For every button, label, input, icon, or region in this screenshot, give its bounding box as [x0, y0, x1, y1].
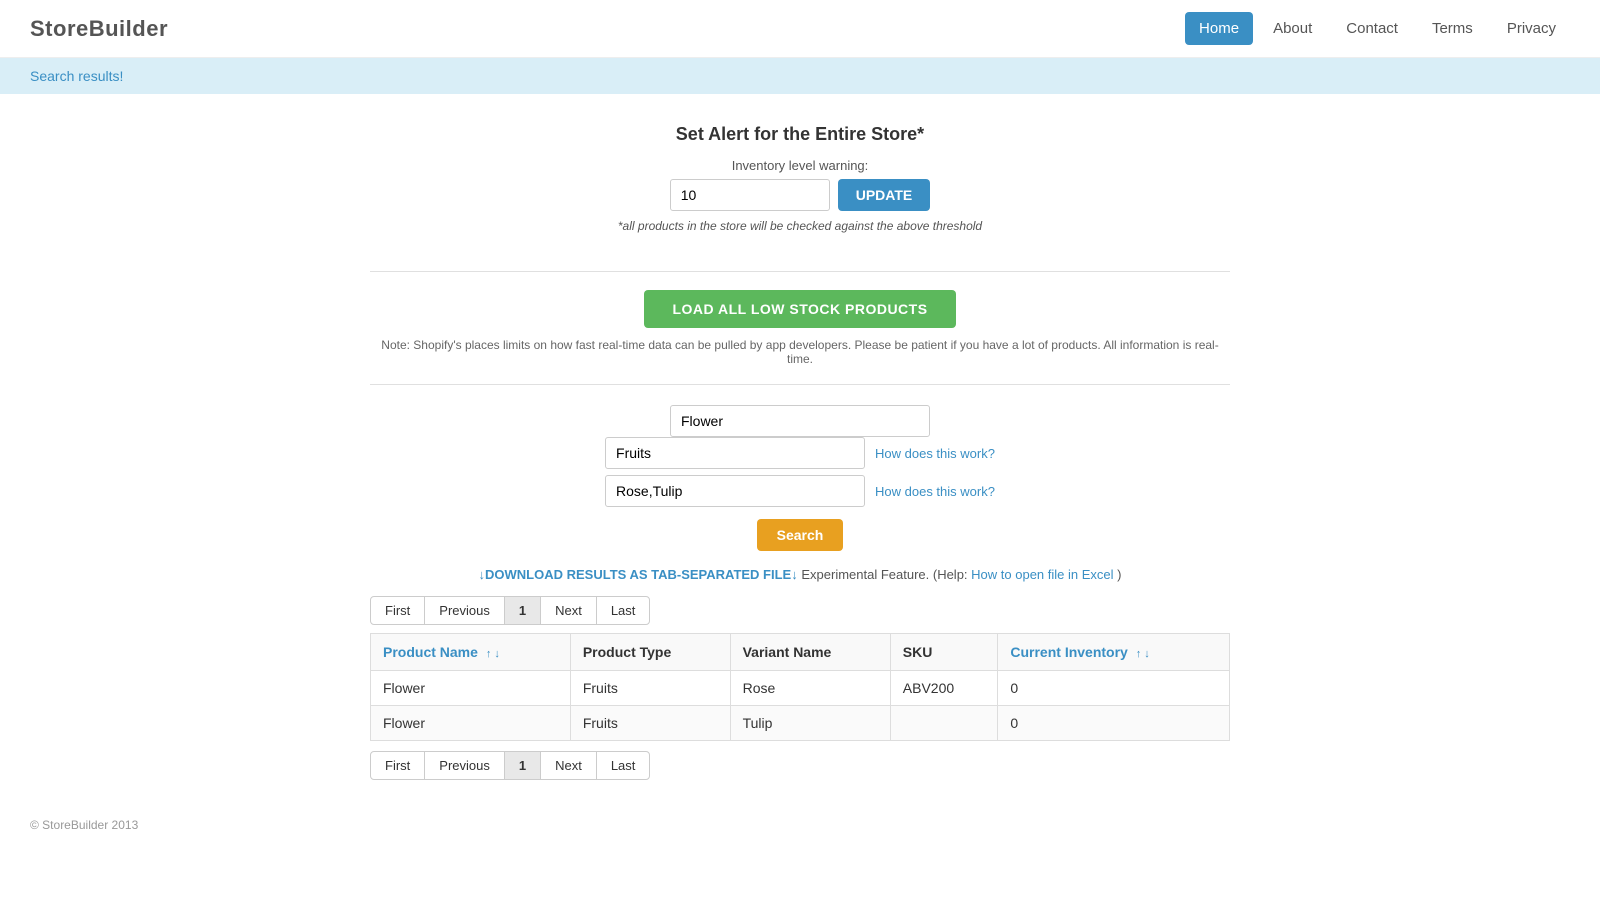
nav-privacy[interactable]: Privacy: [1493, 12, 1570, 45]
cell-inventory: 0: [998, 706, 1230, 741]
table-header-row: Product Name ↑ ↓ Product Type Variant Na…: [371, 634, 1230, 671]
search-product-type-input[interactable]: [605, 437, 865, 469]
results-table: Product Name ↑ ↓ Product Type Variant Na…: [370, 633, 1230, 741]
cell-variant_name: Rose: [730, 671, 890, 706]
table-body: FlowerFruitsRoseABV2000FlowerFruitsTulip…: [371, 671, 1230, 741]
divider-2: [370, 384, 1230, 385]
how-does-this-work-link-2[interactable]: How does this work?: [875, 484, 995, 499]
inventory-warning-input[interactable]: [670, 179, 830, 211]
nav-links: Home About Contact Terms Privacy: [1185, 12, 1570, 45]
search-field-1-wrap: [670, 405, 930, 437]
footer: © StoreBuilder 2013: [0, 808, 1600, 852]
nav-contact[interactable]: Contact: [1332, 12, 1412, 45]
alert-note: *all products in the store will be check…: [370, 219, 1230, 233]
search-button[interactable]: Search: [757, 519, 844, 551]
cell-inventory: 0: [998, 671, 1230, 706]
next-button-top[interactable]: Next: [540, 596, 597, 625]
cell-sku: [890, 706, 998, 741]
load-section: LOAD ALL LOW STOCK PRODUCTS Note: Shopif…: [370, 290, 1230, 366]
cell-sku: ABV200: [890, 671, 998, 706]
table-header: Product Name ↑ ↓ Product Type Variant Na…: [371, 634, 1230, 671]
cell-product_type: Fruits: [570, 671, 730, 706]
download-section: ↓DOWNLOAD RESULTS AS TAB-SEPARATED FILE↓…: [370, 567, 1230, 582]
page-1-button-bottom[interactable]: 1: [504, 751, 541, 780]
download-link[interactable]: ↓DOWNLOAD RESULTS AS TAB-SEPARATED FILE↓: [479, 567, 798, 582]
col-product-name[interactable]: Product Name ↑ ↓: [371, 634, 571, 671]
inventory-warning-label: Inventory level warning:: [732, 158, 869, 173]
search-variant-name-input[interactable]: [605, 475, 865, 507]
search-field-2-wrap: How does this work?: [605, 437, 995, 469]
col-current-inventory[interactable]: Current Inventory ↑ ↓: [998, 634, 1230, 671]
alert-bar-text: Search results!: [30, 68, 123, 84]
col-product-type: Product Type: [570, 634, 730, 671]
nav-home[interactable]: Home: [1185, 12, 1253, 45]
last-button-bottom[interactable]: Last: [596, 751, 651, 780]
pagination-bottom: First Previous 1 Next Last: [370, 751, 1230, 780]
alert-section-title: Set Alert for the Entire Store*: [370, 124, 1230, 145]
alert-input-row: UPDATE: [370, 179, 1230, 211]
closing-paren: ): [1117, 567, 1121, 582]
col-sku: SKU: [890, 634, 998, 671]
cell-product_name: Flower: [371, 706, 571, 741]
load-note: Note: Shopify's places limits on how fas…: [370, 338, 1230, 366]
page-1-button-top[interactable]: 1: [504, 596, 541, 625]
previous-button-top[interactable]: Previous: [424, 596, 505, 625]
footer-text: © StoreBuilder 2013: [30, 818, 138, 832]
last-button-top[interactable]: Last: [596, 596, 651, 625]
load-low-stock-button[interactable]: LOAD ALL LOW STOCK PRODUCTS: [644, 290, 955, 328]
first-button-bottom[interactable]: First: [370, 751, 425, 780]
previous-button-bottom[interactable]: Previous: [424, 751, 505, 780]
next-button-bottom[interactable]: Next: [540, 751, 597, 780]
update-button[interactable]: UPDATE: [838, 179, 931, 211]
first-button-top[interactable]: First: [370, 596, 425, 625]
excel-help-link[interactable]: How to open file in Excel: [971, 567, 1113, 582]
col-variant-name: Variant Name: [730, 634, 890, 671]
nav-terms[interactable]: Terms: [1418, 12, 1487, 45]
main-content: Set Alert for the Entire Store* Inventor…: [350, 94, 1250, 808]
pagination-top: First Previous 1 Next Last: [370, 596, 1230, 625]
nav-about[interactable]: About: [1259, 12, 1326, 45]
search-section: How does this work? How does this work? …: [370, 405, 1230, 551]
table-row: FlowerFruitsRoseABV2000: [371, 671, 1230, 706]
brand: StoreBuilder: [30, 16, 168, 42]
divider-1: [370, 271, 1230, 272]
experimental-text: Experimental Feature. (Help:: [801, 567, 971, 582]
alert-section: Set Alert for the Entire Store* Inventor…: [370, 114, 1230, 253]
cell-product_type: Fruits: [570, 706, 730, 741]
table-row: FlowerFruitsTulip 0: [371, 706, 1230, 741]
navbar: StoreBuilder Home About Contact Terms Pr…: [0, 0, 1600, 58]
how-does-this-work-link-1[interactable]: How does this work?: [875, 446, 995, 461]
cell-variant_name: Tulip: [730, 706, 890, 741]
cell-product_name: Flower: [371, 671, 571, 706]
search-product-name-input[interactable]: [670, 405, 930, 437]
product-name-sort-arrows: ↑ ↓: [486, 648, 500, 660]
search-field-3-wrap: How does this work?: [605, 475, 995, 507]
alert-bar: Search results!: [0, 58, 1600, 94]
inventory-sort-arrows: ↑ ↓: [1136, 648, 1150, 660]
